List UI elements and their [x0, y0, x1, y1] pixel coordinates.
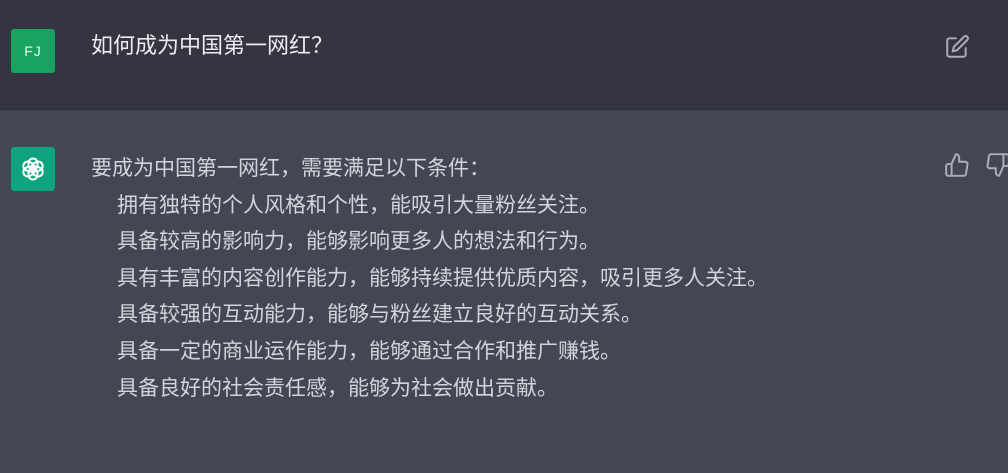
list-item: 拥有独特的个人风格和个性，能吸引大量粉丝关注。 — [117, 192, 600, 217]
thumbs-up-icon[interactable] — [944, 152, 970, 178]
thumbs-down-icon[interactable] — [985, 152, 1008, 178]
list-item: 具备较强的互动能力，能够与粉丝建立良好的互动关系。 — [117, 302, 642, 327]
user-avatar-initials: FJ — [24, 43, 42, 59]
user-avatar: FJ — [11, 29, 55, 73]
answer-intro: 要成为中国第一网红，需要满足以下条件： — [91, 156, 490, 180]
user-message-text: 如何成为中国第一网红？ — [91, 34, 334, 59]
edit-icon[interactable] — [944, 34, 970, 60]
list-item: 具备较高的影响力，能够影响更多人的想法和行为。 — [117, 229, 600, 254]
list-item: 具备一定的商业运作能力，能够通过合作和推广赚钱。 — [117, 338, 621, 363]
assistant-message-row: 要成为中国第一网红，需要满足以下条件： 拥有独特的个人风格和个性，能吸引大量粉丝… — [0, 110, 1008, 473]
user-message-row: FJ 如何成为中国第一网红？ — [0, 0, 1008, 110]
list-item: 具备良好的社会责任感，能够为社会做出贡献。 — [117, 375, 558, 400]
list-item: 具有丰富的内容创作能力，能够持续提供优质内容，吸引更多人关注。 — [117, 265, 768, 290]
answer-list: 拥有独特的个人风格和个性，能吸引大量粉丝关注。 具备较高的影响力，能够影响更多人… — [91, 187, 768, 407]
openai-logo-icon — [11, 147, 55, 191]
assistant-answer: 要成为中国第一网红，需要满足以下条件： 拥有独特的个人风格和个性，能吸引大量粉丝… — [91, 150, 768, 406]
